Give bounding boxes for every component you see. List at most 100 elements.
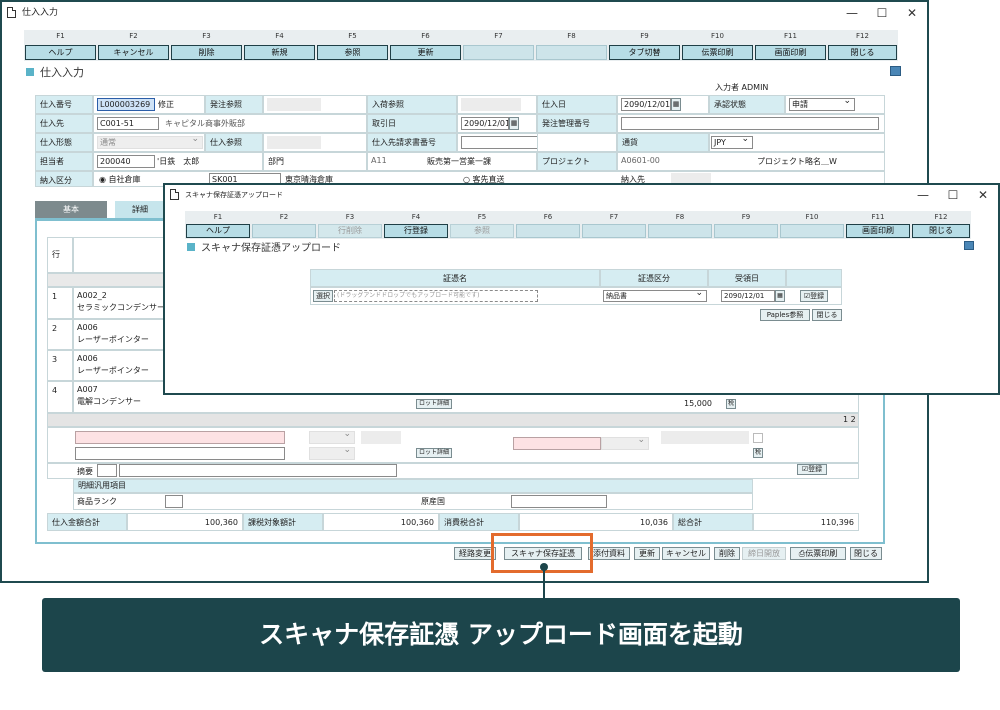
fkey-f5[interactable]: F5 参照 (316, 30, 389, 61)
memo-input[interactable] (119, 464, 397, 477)
document-icon (7, 7, 16, 18)
fkey-f2[interactable]: F2 キャンセル (97, 30, 170, 61)
doc-kind-select[interactable]: 納品書 (603, 290, 707, 302)
close-bottom-button[interactable]: 閉じる (850, 547, 882, 560)
trade-date-input[interactable]: 2090/12/01 (461, 117, 509, 130)
approval-select[interactable]: 申請 (789, 98, 855, 111)
popup-section-title: スキャナ保存証憑アップロード (187, 239, 341, 254)
section-square-icon (26, 68, 34, 76)
calendar-icon[interactable]: ▦ (509, 117, 519, 130)
fkey-f12[interactable]: F12 閉じる (827, 30, 898, 61)
route-change-button[interactable]: 経路変更 (454, 547, 496, 560)
tax-checkbox[interactable] (753, 433, 763, 443)
select-file-button[interactable]: 選択 (313, 290, 333, 302)
help-button[interactable]: ヘルプ (186, 224, 250, 238)
upload-table: 証憑名 証憑区分 受領日 選択 (ドラッグアンドドロップでもアップロード可能です… (310, 269, 842, 305)
close-date-release-button[interactable]: 締日開放 (742, 547, 786, 560)
purchase-type-select[interactable]: 通常 (97, 136, 203, 149)
price-type-select[interactable] (601, 437, 649, 450)
memo-code-input[interactable] (97, 464, 117, 477)
cancel-bottom-button[interactable]: キャンセル (662, 547, 710, 560)
register-button[interactable]: ☑登録 (800, 290, 828, 302)
supplier-code-input[interactable]: C001-51 (97, 117, 159, 130)
fkey-f10[interactable]: F10 伝票印刷 (681, 30, 754, 61)
calendar-icon[interactable]: ▦ (775, 290, 785, 302)
fkey-f6[interactable]: F6 更新 (389, 30, 462, 61)
fkey-f1[interactable]: F1 ヘルプ (24, 30, 97, 61)
fkey-f11[interactable]: F11 画面印刷 (754, 30, 827, 61)
maximize-icon[interactable]: ☐ (938, 185, 968, 205)
collapse-icon[interactable] (890, 66, 901, 76)
unit-price-input[interactable] (513, 437, 601, 450)
currency-select[interactable]: JPY (711, 136, 753, 149)
receive-date-input[interactable]: 2090/12/01 (721, 290, 775, 302)
cancel-button[interactable]: キャンセル (98, 45, 169, 60)
fkey-number: F3 (345, 213, 355, 221)
fkey-f5[interactable]: F5 参照 (449, 211, 515, 239)
close-icon[interactable]: ✕ (968, 185, 998, 205)
new-item-code-input[interactable] (75, 431, 285, 444)
file-drop-zone[interactable]: (ドラッグアンドドロップでもアップロード可能です) (334, 290, 538, 302)
register-button[interactable]: ☑登録 (797, 464, 827, 475)
empty-fkey (714, 224, 778, 238)
minimize-icon[interactable]: — (837, 2, 867, 24)
fkey-f4[interactable]: F4 行登録 (383, 211, 449, 239)
delete-bottom-button[interactable]: 削除 (714, 547, 740, 560)
paples-reference-button[interactable]: Paples参照 (760, 309, 810, 321)
purchase-no-input[interactable]: L000003269 (97, 98, 155, 111)
lot-detail-button[interactable]: ロット詳細 (416, 399, 452, 409)
purchase-date-input[interactable]: 2090/12/01 (621, 98, 671, 111)
popup-close-button[interactable]: 閉じる (812, 309, 842, 321)
delivery-label: 納入区分 (35, 171, 93, 187)
update-bottom-button[interactable]: 更新 (634, 547, 660, 560)
fkey-number: F12 (856, 32, 869, 40)
new-button[interactable]: 新規 (244, 45, 315, 60)
tax-detail-button[interactable]: 税 (726, 399, 736, 409)
slip-print-bottom-button[interactable]: ⎙伝票印刷 (790, 547, 846, 560)
tax-label: 消費税合計 (439, 513, 519, 531)
help-button[interactable]: ヘルプ (25, 45, 96, 60)
order-mgmt-input[interactable] (621, 117, 879, 130)
tab-detail[interactable]: 詳細 (115, 201, 165, 218)
delete-button[interactable]: 削除 (171, 45, 242, 60)
close-icon[interactable]: ✕ (897, 2, 927, 24)
unit-select-2[interactable] (309, 447, 355, 460)
staff-code-input[interactable]: 200040 (97, 155, 155, 168)
reference-button[interactable]: 参照 (317, 45, 388, 60)
popup-function-keys: F1 ヘルプ F2 F3 行削除 F4 行登録 F5 参照 F6 F7 F8 F9 F1… (185, 211, 971, 239)
update-button[interactable]: 更新 (390, 45, 461, 60)
tab-switch-button[interactable]: タブ切替 (609, 45, 680, 60)
fkey-f4[interactable]: F4 新規 (243, 30, 316, 61)
slip-print-button[interactable]: 伝票印刷 (682, 45, 753, 60)
close-button[interactable]: 閉じる (912, 224, 970, 238)
attachment-button[interactable]: 添付資料 (588, 547, 630, 560)
page-numbers[interactable]: 1 2 (843, 415, 856, 424)
row-delete-button[interactable]: 行削除 (318, 224, 382, 238)
minimize-icon[interactable]: — (908, 185, 938, 205)
reference-button[interactable]: 参照 (450, 224, 514, 238)
new-item-name-input[interactable] (75, 447, 285, 460)
fkey-f3[interactable]: F3 削除 (170, 30, 243, 61)
fkey-f9[interactable]: F9 タブ切替 (608, 30, 681, 61)
tab-basic[interactable]: 基本 (35, 201, 107, 218)
lot-detail-button[interactable]: ロット詳細 (416, 448, 452, 458)
screen-print-button[interactable]: 画面印刷 (846, 224, 910, 238)
close-button[interactable]: 閉じる (828, 45, 897, 60)
fkey-number: F5 (348, 32, 357, 40)
calendar-icon[interactable]: ▦ (671, 98, 681, 111)
fkey-f3[interactable]: F3 行削除 (317, 211, 383, 239)
fkey-f12[interactable]: F12 閉じる (911, 211, 971, 239)
collapse-icon[interactable] (964, 241, 974, 250)
radio-own[interactable]: ◉ 自社倉庫 (99, 174, 141, 185)
main-titlebar: 仕入入力 — ☐ ✕ (2, 2, 927, 24)
fkey-f1[interactable]: F1 ヘルプ (185, 211, 251, 239)
maximize-icon[interactable]: ☐ (867, 2, 897, 24)
taxable-value: 100,360 (323, 513, 439, 531)
unit-select[interactable] (309, 431, 355, 444)
row-register-button[interactable]: 行登録 (384, 224, 448, 238)
origin-input[interactable] (511, 495, 607, 508)
screen-print-button[interactable]: 画面印刷 (755, 45, 826, 60)
fkey-f11[interactable]: F11 画面印刷 (845, 211, 911, 239)
rank-input[interactable] (165, 495, 183, 508)
tax-detail-button[interactable]: 税 (753, 448, 763, 458)
